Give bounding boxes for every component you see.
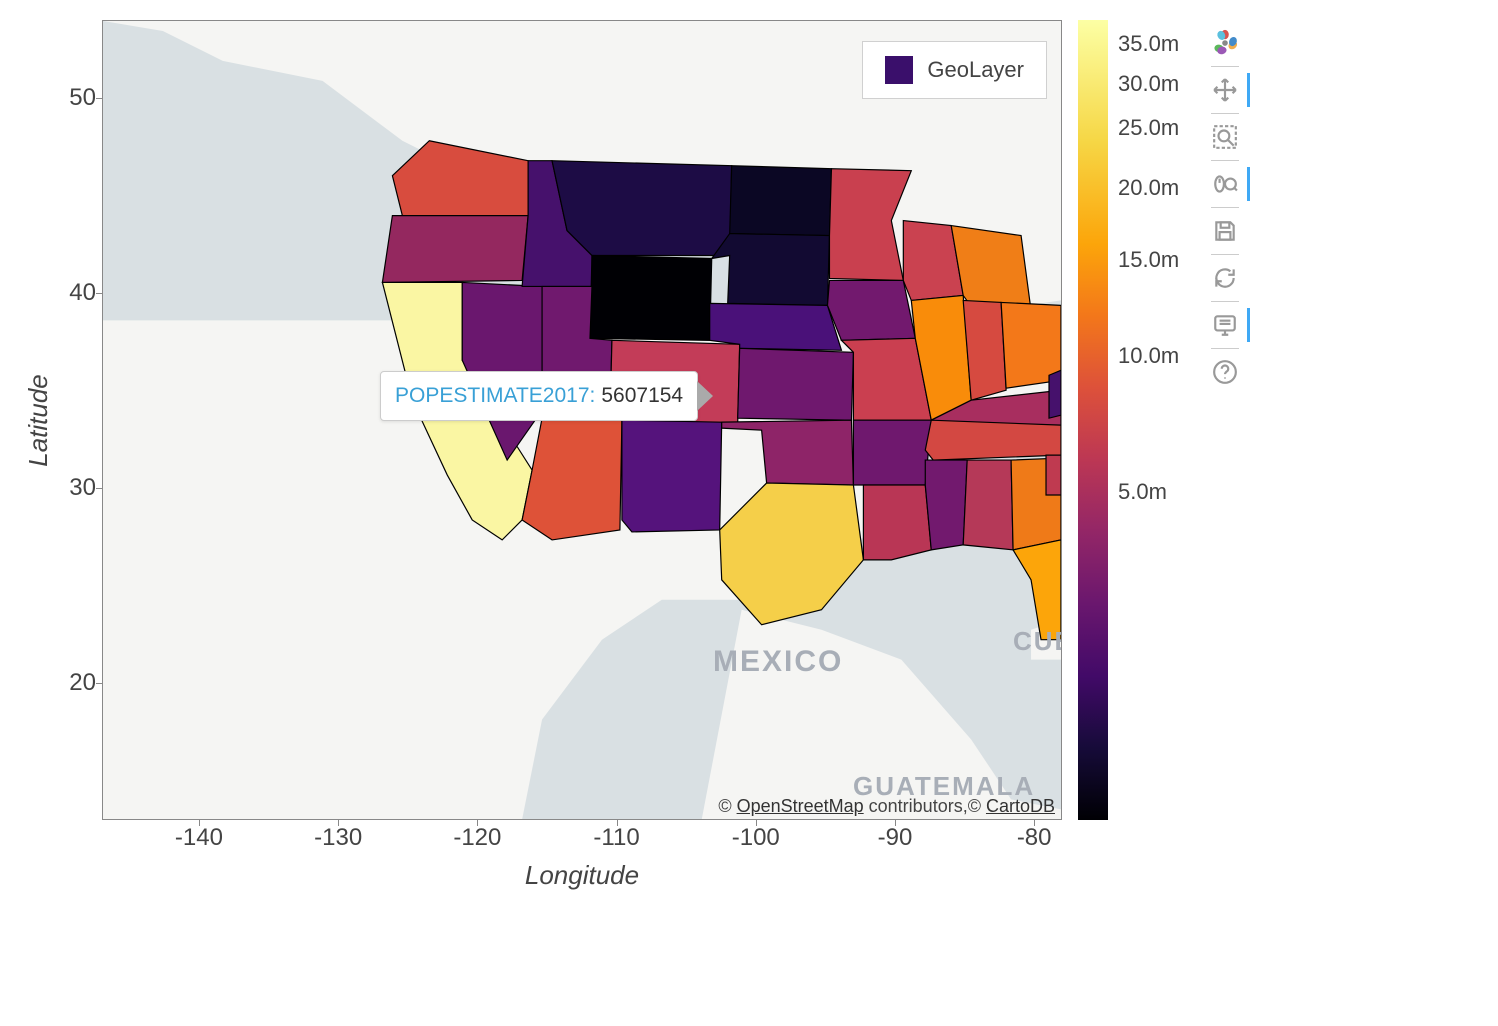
tooltip-key: POPESTIMATE2017: [395,384,595,408]
colorbar-tick: 20.0m [1118,175,1179,201]
wheel-zoom-tool-button[interactable] [1206,165,1244,203]
attribution-carto-link[interactable]: CartoDB [986,796,1055,816]
map-attribution: © OpenStreetMap contributors,© CartoDB [718,796,1055,817]
map-label-cuba: CUB [1013,626,1062,657]
colorbar-tick: 10.0m [1118,343,1179,369]
x-tick: -130 [314,824,362,852]
y-tick: 20 [69,669,96,697]
map-label-mexico: MEXICO [713,645,843,679]
state-tx[interactable] [720,483,864,625]
state-ar[interactable] [853,420,931,485]
state-tn[interactable] [925,420,1061,460]
box-zoom-tool-button[interactable] [1206,118,1244,156]
x-tick: -120 [453,824,501,852]
plot-row: Latitude 50 40 30 20 [20,20,1062,820]
x-axis-ticks: -140 -130 -120 -110 -100 -90 -80 [102,820,1062,854]
x-tick: -110 [593,824,639,852]
state-mn[interactable] [829,169,911,281]
state-ne[interactable] [710,303,842,350]
bokeh-logo-icon[interactable] [1206,24,1244,62]
state-sc[interactable] [1046,455,1061,495]
state-ok[interactable] [722,420,854,485]
colorbar-tick: 15.0m [1118,247,1179,273]
state-mt[interactable] [552,161,732,256]
colorbar-tick: 25.0m [1118,115,1179,141]
state-ms[interactable] [925,460,967,550]
x-tick: -140 [175,824,223,852]
help-tool-button[interactable] [1206,353,1244,391]
y-axis-label: Latitude [20,20,56,820]
state-wy[interactable] [590,256,712,341]
state-or[interactable] [382,216,528,283]
legend[interactable]: GeoLayer [862,41,1047,99]
x-tick: -90 [878,824,913,852]
state-az[interactable] [522,418,622,540]
colorbar-tick: 30.0m [1118,71,1179,97]
state-wa[interactable] [392,141,528,216]
y-tick: 50 [69,84,96,112]
colorbar-tick: 35.0m [1118,31,1179,57]
state-la[interactable] [863,485,931,560]
map-plot-area[interactable]: MEXICO GUATEMALA CUB GeoLayer POPESTIMAT… [102,20,1062,820]
colorbar-tick: 5.0m [1118,479,1167,505]
x-axis-label: Longitude [102,854,1062,891]
reset-tool-button[interactable] [1206,259,1244,297]
x-tick: -80 [1017,824,1052,852]
plot-wrapper: Latitude 50 40 30 20 [20,20,1062,891]
legend-swatch [885,56,913,84]
figure-container: Latitude 50 40 30 20 [20,20,1478,891]
state-ks[interactable] [738,348,854,420]
legend-label: GeoLayer [927,57,1024,83]
hover-tooltip: POPESTIMATE2017: 5607154 [380,371,698,421]
colorbar-gradient [1078,20,1108,820]
state-wv[interactable] [1049,370,1061,418]
y-tick: 40 [69,279,96,307]
state-ia[interactable] [827,280,915,340]
state-fl[interactable] [1013,540,1061,640]
hover-tool-button[interactable] [1206,306,1244,344]
tooltip-value: 5607154 [601,384,683,408]
bokeh-toolbar [1206,20,1244,391]
attribution-osm-link[interactable]: OpenStreetMap [737,796,864,816]
state-in[interactable] [963,300,1006,400]
state-nd[interactable] [730,166,832,236]
y-axis-ticks: 50 40 30 20 [56,20,102,820]
colorbar-ticks: 35.0m 30.0m 25.0m 20.0m 15.0m 10.0m 5.0m [1108,20,1188,820]
colorbar: 35.0m 30.0m 25.0m 20.0m 15.0m 10.0m 5.0m [1078,20,1188,820]
state-sd[interactable] [712,234,830,306]
x-tick: -100 [732,824,780,852]
y-tick: 30 [69,474,96,502]
state-al[interactable] [963,460,1013,550]
state-nm[interactable] [622,420,722,532]
save-tool-button[interactable] [1206,212,1244,250]
pan-tool-button[interactable] [1206,71,1244,109]
